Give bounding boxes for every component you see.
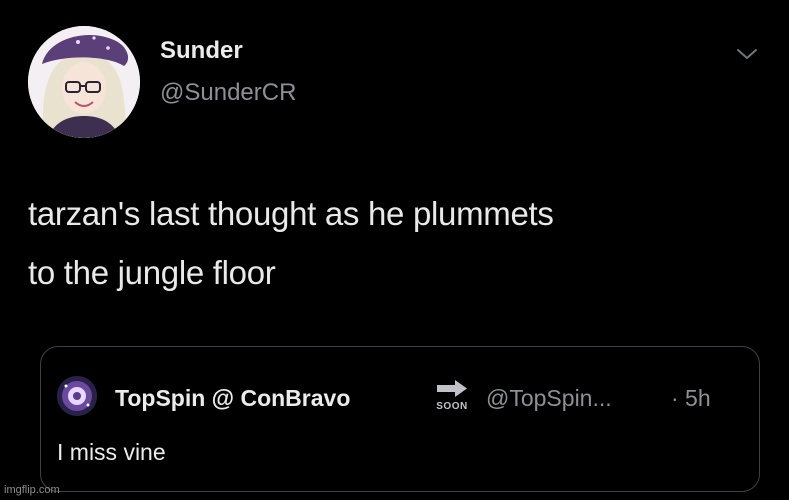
author-name[interactable]: Sunder xyxy=(160,37,243,65)
tweet-text: tarzan's last thought as he plummets to … xyxy=(28,184,748,302)
watermark: imgflip.com xyxy=(4,484,60,496)
author-handle[interactable]: @SunderCR xyxy=(160,79,296,107)
soon-label: SOON xyxy=(436,401,468,412)
author-avatar[interactable] xyxy=(28,26,140,138)
quoted-avatar[interactable] xyxy=(57,376,97,416)
quoted-author-handle[interactable]: @TopSpin... xyxy=(486,385,612,412)
quoted-timestamp[interactable]: · 5h xyxy=(671,385,711,412)
tweet-text-line: tarzan's last thought as he plummets xyxy=(28,195,554,232)
quoted-tweet[interactable]: TopSpin @ ConBravo SOON @TopSpin... · 5h… xyxy=(40,346,760,492)
tweet-card: Sunder @SunderCR tarzan's last thought a… xyxy=(0,0,789,500)
soon-badge: SOON xyxy=(431,377,473,415)
galaxy-avatar-icon xyxy=(57,376,97,416)
quoted-tweet-text: I miss vine xyxy=(57,439,166,465)
chevron-down-icon[interactable] xyxy=(733,44,761,64)
arrow-right-icon xyxy=(437,380,467,397)
quoted-author-name[interactable]: TopSpin @ ConBravo xyxy=(115,385,350,412)
anime-avatar-icon xyxy=(28,26,140,138)
tweet-text-line: to the jungle floor xyxy=(28,254,276,291)
